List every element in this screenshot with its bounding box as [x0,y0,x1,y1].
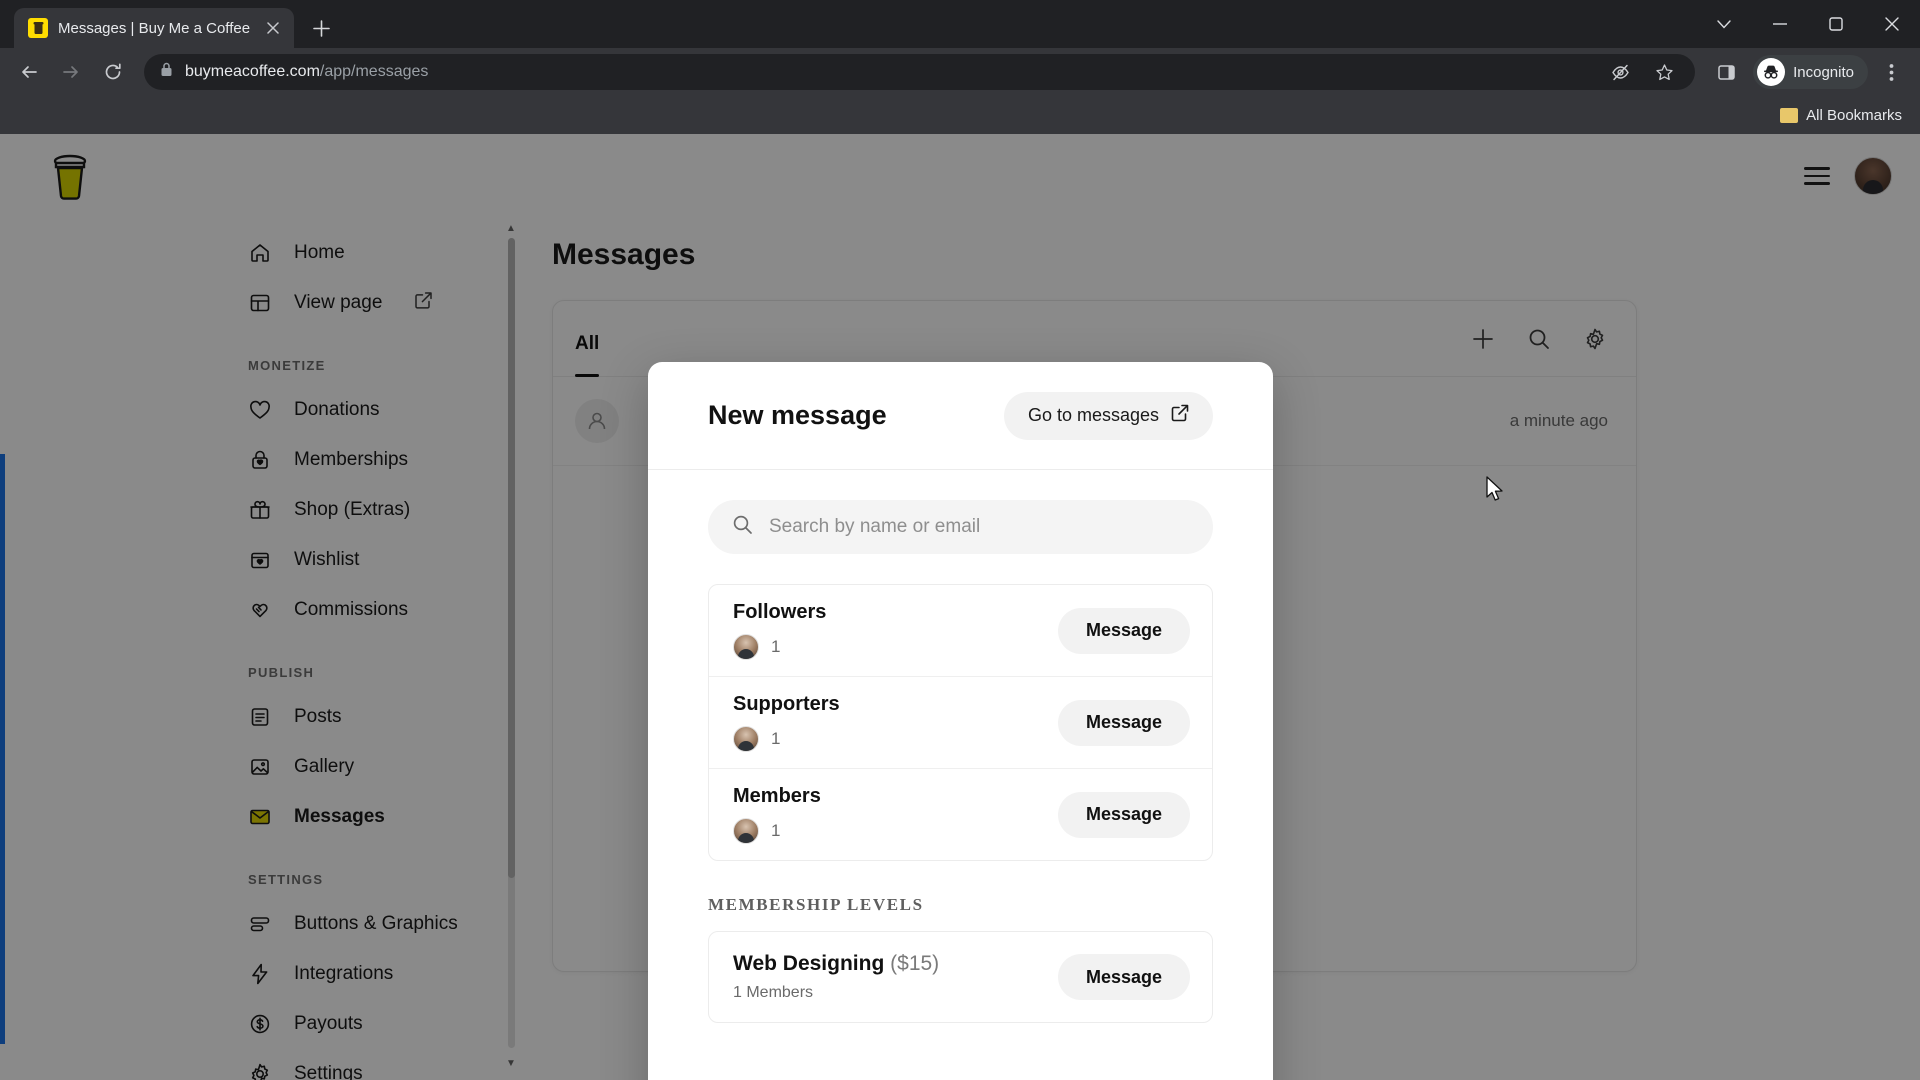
browser-tab[interactable]: Messages | Buy Me a Coffee [14,8,294,48]
member-avatar [733,818,759,844]
incognito-label: Incognito [1793,63,1854,81]
folder-icon [1780,107,1799,123]
star-icon[interactable] [1645,53,1683,91]
url-text: buymeacoffee.com/app/messages [185,63,429,80]
browser-window: Messages | Buy Me a Coffee buymeacoffee.… [0,0,1920,1080]
bookmarks-bar: All Bookmarks [0,96,1920,134]
audience-group-count: 1 [771,729,781,748]
forward-arrow-icon[interactable] [52,53,90,91]
back-arrow-icon[interactable] [10,53,48,91]
tab-title: Messages | Buy Me a Coffee [58,19,251,37]
message-button[interactable]: Message [1057,699,1190,746]
close-icon[interactable] [262,17,284,39]
message-button[interactable]: Message [1057,607,1190,654]
modal-body: Followers1MessageSupporters1MessageMembe… [648,470,1273,1080]
new-tab-button[interactable] [304,11,338,45]
incognito-indicator[interactable]: Incognito [1753,55,1868,89]
close-window-button[interactable] [1864,0,1920,48]
reload-icon[interactable] [94,53,132,91]
membership-level-row: Web Designing ($15) 1 Members Message [708,931,1213,1023]
search-icon [732,514,753,540]
audience-group-name: Members [733,785,821,807]
minimize-button[interactable] [1752,0,1808,48]
mouse-cursor [1486,476,1506,509]
go-to-messages-label: Go to messages [1027,405,1159,425]
go-to-messages-button[interactable]: Go to messages [1003,391,1213,440]
all-bookmarks-label[interactable]: All Bookmarks [1806,107,1902,124]
audience-group-row: Supporters 1 Message [709,677,1212,769]
audience-group-row: Followers 1 Message [709,585,1212,677]
browser-toolbar: buymeacoffee.com/app/messages Incognito [0,48,1920,96]
audience-group-name: Supporters [733,693,840,715]
search-input[interactable] [769,516,1189,538]
external-link-icon [1171,404,1189,427]
search-input-wrapper[interactable] [708,500,1213,554]
side-panel-icon[interactable] [1707,53,1745,91]
membership-levels-heading: MEMBERSHIP LEVELS [708,895,924,914]
member-avatar [733,634,759,660]
audience-group-info: Supporters 1 [733,693,840,752]
page-content: Home View page MONETIZE Donations Membership… [0,134,1920,1080]
message-button[interactable]: Message [1057,954,1190,1000]
lock-icon [160,62,173,82]
new-message-modal: New message Go to messages Followers1Me [648,362,1273,1080]
audience-group-count: 1 [771,637,781,656]
audience-group-meta: 1 [733,818,821,844]
tab-strip: Messages | Buy Me a Coffee [0,0,1920,48]
level-title: Web Designing [733,952,885,975]
audience-group-name: Followers [733,601,827,623]
eye-off-icon[interactable] [1601,53,1639,91]
tab-search-button[interactable] [1696,0,1752,48]
membership-level-info: Web Designing ($15) 1 Members [733,952,939,1002]
message-button[interactable]: Message [1057,791,1190,838]
audience-group-info: Members 1 [733,785,821,844]
audience-group-info: Followers 1 [733,601,826,660]
audience-group-meta: 1 [733,634,826,660]
audience-groups-card: Followers 1 Message Supporters 1 Message Membe… [708,584,1213,861]
member-avatar [733,726,759,752]
kebab-menu-icon[interactable] [1872,53,1910,91]
audience-group-row: Members 1 Message [709,769,1212,860]
level-price: ($15) [890,952,940,975]
audience-group-meta: 1 [733,726,840,752]
membership-level-members: 1 Members [733,984,814,1001]
audience-group-count: 1 [771,821,781,840]
address-bar[interactable]: buymeacoffee.com/app/messages [144,53,1696,91]
modal-header: New message Go to messages [648,362,1273,470]
modal-title: New message [708,400,887,430]
maximize-button[interactable] [1808,0,1864,48]
membership-level-name: Web Designing ($15) [733,952,939,976]
incognito-icon [1757,58,1786,86]
coffee-cup-icon [28,18,48,38]
window-controls [1696,0,1920,48]
